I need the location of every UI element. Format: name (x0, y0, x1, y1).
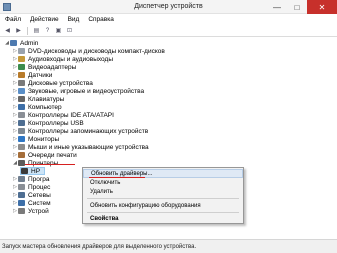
close-button[interactable]: ✕ (307, 0, 337, 14)
window-controls: — □ ✕ (267, 0, 337, 14)
menu-file[interactable]: Файл (5, 16, 21, 23)
tree-category[interactable]: ▷ Програ (12, 175, 50, 183)
uninstall-menu-item[interactable]: Удалить (83, 187, 243, 196)
tree-category-label: Контроллеры IDE ATA/ATAPI (28, 111, 114, 119)
tree-category[interactable]: ▷ Контроллеры запоминающих устройств (12, 127, 148, 135)
update-driver-icon[interactable]: ▣ (54, 26, 63, 35)
tree-category[interactable]: ▷ Контроллеры IDE ATA/ATAPI (12, 111, 114, 119)
tree-category-label: Аудиовходы и аудиовыходы (28, 55, 113, 63)
tree-category[interactable]: ▷ Устрой (12, 207, 49, 215)
tree-category[interactable]: ▷ Процес (12, 183, 50, 191)
keyboard-icon (18, 96, 25, 102)
storage-controller-icon (18, 128, 25, 134)
menu-help[interactable]: Справка (88, 16, 114, 23)
tree-category-label: Устрой (28, 207, 49, 215)
toolbar: ◀ ▶ ▤ ? ▣ ⊡ (0, 25, 337, 37)
ide-controller-icon (18, 112, 25, 118)
audio-io-icon (18, 56, 25, 62)
scan-hardware-menu-item[interactable]: Обновить конфигурацию оборудования (83, 201, 243, 210)
maximize-button[interactable]: □ (287, 0, 307, 14)
tree-device-label: HP (31, 167, 41, 175)
printer-icon (21, 168, 28, 174)
tree-category-label: Сетевы (28, 191, 51, 199)
tree-category[interactable]: ▷ Мыши и иные указывающие устройства (12, 143, 149, 151)
print-queue-icon (18, 152, 25, 158)
menu-separator (87, 212, 239, 213)
tree-root[interactable]: ◢ Admin (4, 39, 38, 47)
video-adapter-icon (18, 64, 25, 70)
tree-category-label: Мониторы (28, 135, 60, 143)
tree-category[interactable]: ▷ Компьютер (12, 103, 62, 111)
properties-menu-item[interactable]: Свойства (83, 214, 243, 223)
network-adapter-icon (18, 192, 25, 198)
tree-category[interactable]: ▷ Датчики (12, 71, 52, 79)
tree-category-label: Контроллеры запоминающих устройств (28, 127, 149, 135)
tree-category[interactable]: ▷ Видеоадаптеры (12, 63, 76, 71)
computer-icon (10, 40, 17, 46)
tree-category-label: Клавиатуры (28, 95, 65, 103)
monitor-icon (18, 136, 25, 142)
tree-category[interactable]: ▷ Мониторы (12, 135, 59, 143)
tree-category-label: Дисковые устройства (28, 79, 93, 87)
tree-category-label: Датчики (28, 71, 53, 79)
tree-category-label: Процес (28, 183, 51, 191)
menu-separator (87, 198, 239, 199)
tree-root-label: Admin (20, 39, 39, 47)
red-underline-annotation (25, 164, 75, 166)
tree-category[interactable]: ▷ DVD-дисководы и дисководы компакт-диск… (12, 47, 165, 55)
properties-icon[interactable]: ▤ (32, 26, 41, 35)
tree-category-label: Видеоадаптеры (28, 63, 77, 71)
system-device-icon (18, 200, 25, 206)
disk-drive-icon (18, 80, 25, 86)
tree-device-hp-printer[interactable]: HP (20, 167, 46, 175)
printer-icon (18, 160, 25, 166)
title-bar: Диспетчер устройств — □ ✕ (0, 0, 337, 14)
software-device-icon (18, 176, 25, 182)
dvd-drive-icon (18, 48, 25, 54)
tree-category-label: DVD-дисководы и дисководы компакт-дисков (28, 47, 165, 55)
usb-controller-icon (18, 120, 25, 126)
status-bar: Запуск мастера обновления драйверов для … (0, 239, 337, 253)
tree-category-printers[interactable]: ◢ Принтеры (12, 159, 58, 167)
tree-category-label: Принтеры (28, 159, 59, 167)
tree-category-label: Мыши и иные указывающие устройства (28, 143, 149, 151)
hid-device-icon (18, 208, 25, 214)
tree-category[interactable]: ▷ Очереди печати (12, 151, 77, 159)
disable-menu-item[interactable]: Отключить (83, 178, 243, 187)
tree-category-label: Компьютер (28, 103, 62, 111)
tree-category-label: Програ (28, 175, 50, 183)
tree-category[interactable]: ▷ Дисковые устройства (12, 79, 93, 87)
sensor-icon (18, 72, 25, 78)
tree-category[interactable]: ▷ Сетевы (12, 191, 51, 199)
context-menu: Обновить драйверы... Отключить Удалить О… (82, 167, 244, 224)
tree-category[interactable]: ▷ Звуковые, игровые и видеоустройства (12, 87, 144, 95)
status-text: Запуск мастера обновления драйверов для … (2, 243, 197, 250)
computer-icon (18, 104, 25, 110)
tree-category-label: Систем (28, 199, 51, 207)
mouse-icon (18, 144, 25, 150)
menu-bar: Файл Действие Вид Справка (0, 14, 337, 25)
tree-category-label: Очереди печати (28, 151, 77, 159)
sound-device-icon (18, 88, 25, 94)
tree-category[interactable]: ▷ Контроллеры USB (12, 119, 84, 127)
tree-category[interactable]: ▷ Клавиатуры (12, 95, 64, 103)
minimize-button[interactable]: — (267, 0, 287, 14)
help-icon[interactable]: ? (43, 26, 52, 35)
processor-icon (18, 184, 25, 190)
toolbar-separator (27, 26, 28, 35)
tree-category[interactable]: ▷ Аудиовходы и аудиовыходы (12, 55, 113, 63)
menu-view[interactable]: Вид (68, 16, 80, 23)
scan-hardware-icon[interactable]: ⊡ (65, 26, 74, 35)
forward-arrow-icon[interactable]: ▶ (14, 26, 23, 35)
tree-category-label: Контроллеры USB (28, 119, 84, 127)
tree-category-label: Звуковые, игровые и видеоустройства (28, 87, 145, 95)
back-arrow-icon[interactable]: ◀ (3, 26, 12, 35)
menu-action[interactable]: Действие (30, 16, 59, 23)
tree-category[interactable]: ▷ Систем (12, 199, 51, 207)
